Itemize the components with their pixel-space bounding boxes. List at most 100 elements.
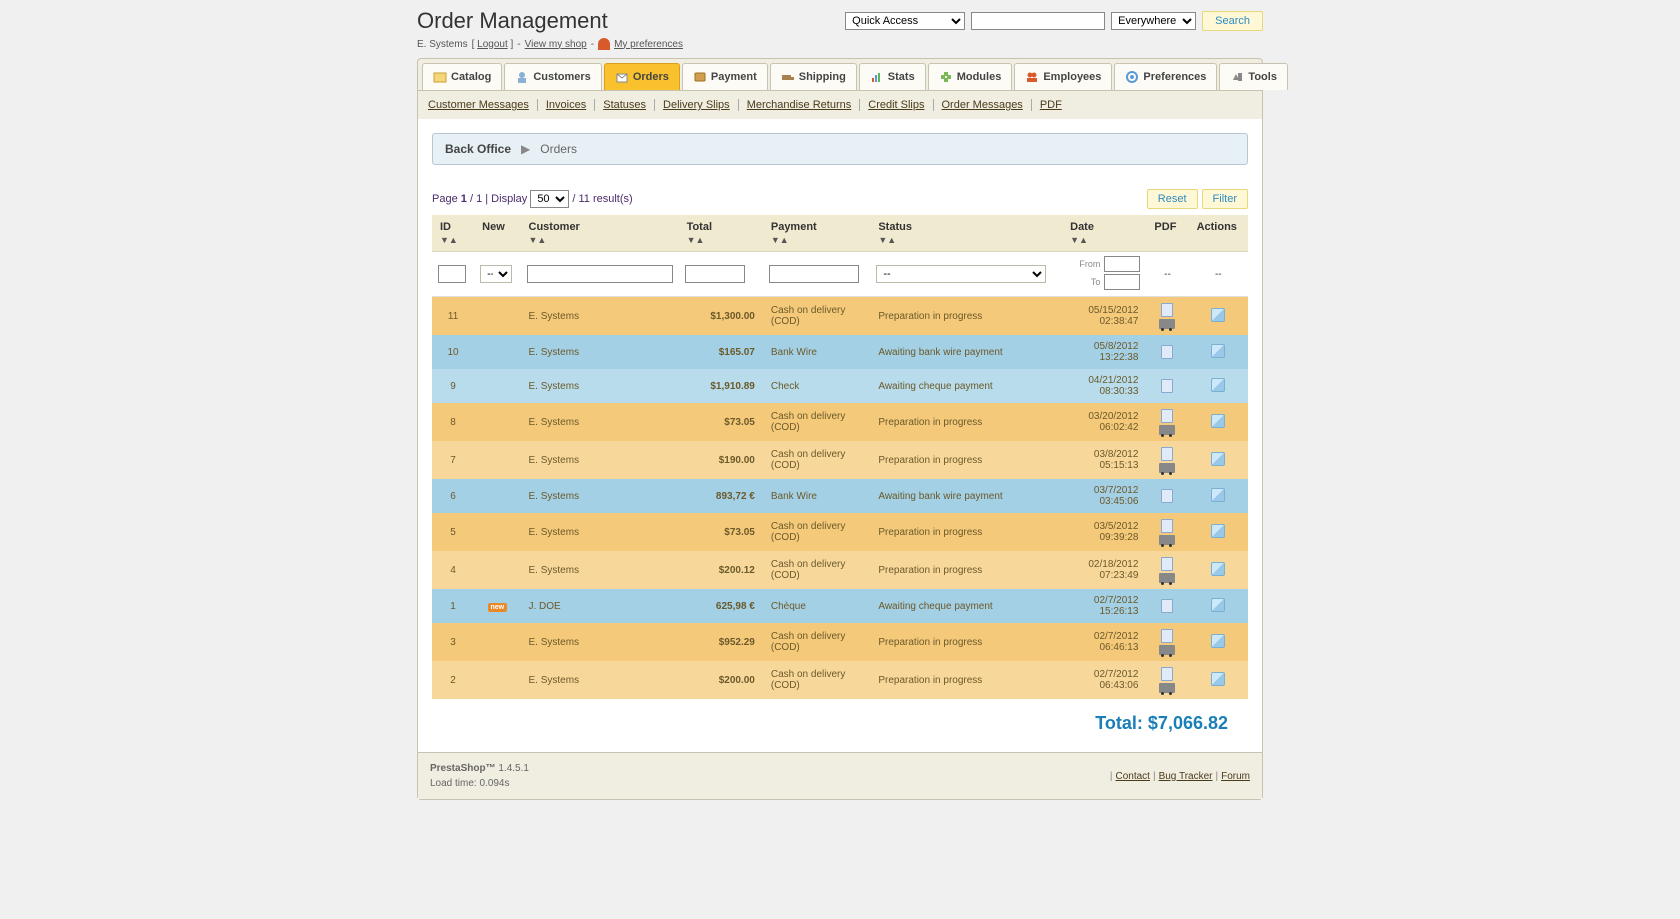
filter-button[interactable]: Filter: [1202, 189, 1248, 209]
tab-preferences[interactable]: Preferences: [1114, 63, 1217, 90]
tab-catalog[interactable]: Catalog: [422, 63, 502, 90]
invoice-icon[interactable]: [1161, 599, 1173, 613]
filter-id-input[interactable]: [438, 265, 466, 283]
logout-link[interactable]: Logout: [477, 39, 508, 50]
date-to-label: To: [1091, 277, 1101, 287]
table-row[interactable]: 11E. Systems$1,300.00Cash on delivery (C…: [432, 297, 1248, 336]
view-icon[interactable]: [1211, 414, 1225, 428]
sort-icon[interactable]: ▼▲: [1070, 235, 1138, 245]
table-row[interactable]: 4E. Systems$200.12Cash on delivery (COD)…: [432, 551, 1248, 589]
per-page-select[interactable]: 50: [530, 190, 569, 208]
tab-tools[interactable]: Tools: [1219, 63, 1288, 90]
table-row[interactable]: 1newJ. DOE625,98 €ChèqueAwaiting cheque …: [432, 589, 1248, 623]
subtab-pdf[interactable]: PDF: [1032, 99, 1070, 111]
footer-link-contact[interactable]: Contact: [1115, 771, 1149, 782]
sort-icon[interactable]: ▼▲: [440, 235, 466, 245]
sort-icon[interactable]: ▼▲: [687, 235, 755, 245]
tab-shipping[interactable]: Shipping: [770, 63, 857, 90]
view-icon[interactable]: [1211, 378, 1225, 392]
invoice-icon[interactable]: [1161, 345, 1173, 359]
invoice-icon[interactable]: [1161, 629, 1173, 643]
view-icon[interactable]: [1211, 308, 1225, 322]
view-icon[interactable]: [1211, 672, 1225, 686]
filter-new-select[interactable]: --: [480, 265, 512, 283]
col-pdf-header: PDF: [1154, 221, 1176, 233]
subtab-customer-messages[interactable]: Customer Messages: [428, 99, 538, 111]
subtab-delivery-slips[interactable]: Delivery Slips: [655, 99, 739, 111]
tab-stats[interactable]: Stats: [859, 63, 926, 90]
subtab-merchandise-returns[interactable]: Merchandise Returns: [739, 99, 861, 111]
view-icon[interactable]: [1211, 598, 1225, 612]
delivery-icon[interactable]: [1159, 573, 1175, 583]
view-icon[interactable]: [1211, 562, 1225, 576]
table-row[interactable]: 10E. Systems$165.07Bank WireAwaiting ban…: [432, 335, 1248, 369]
tab-employees[interactable]: Employees: [1014, 63, 1112, 90]
col-total-header[interactable]: Total: [687, 221, 712, 233]
subtab-credit-slips[interactable]: Credit Slips: [860, 99, 933, 111]
col-payment-header[interactable]: Payment: [771, 221, 817, 233]
new-badge: new: [488, 603, 508, 612]
invoice-icon[interactable]: [1161, 409, 1173, 423]
table-row[interactable]: 9E. Systems$1,910.89CheckAwaiting cheque…: [432, 369, 1248, 403]
view-shop-link[interactable]: View my shop: [525, 39, 587, 50]
filter-customer-input[interactable]: [527, 265, 673, 283]
sort-icon[interactable]: ▼▲: [771, 235, 862, 245]
invoice-icon[interactable]: [1161, 667, 1173, 681]
filter-date-from-input[interactable]: [1104, 256, 1140, 272]
col-customer-header[interactable]: Customer: [529, 221, 580, 233]
invoice-icon[interactable]: [1161, 489, 1173, 503]
table-row[interactable]: 5E. Systems$73.05Cash on delivery (COD)P…: [432, 513, 1248, 551]
filter-total-input[interactable]: [685, 265, 745, 283]
breadcrumb-root[interactable]: Back Office: [445, 142, 511, 156]
footer-loadtime: Load time: 0.094s: [430, 776, 529, 791]
chevron-right-icon: ▶: [521, 142, 530, 156]
invoice-icon[interactable]: [1161, 519, 1173, 533]
col-id-header[interactable]: ID: [440, 221, 451, 233]
col-status-header[interactable]: Status: [878, 221, 912, 233]
invoice-icon[interactable]: [1161, 303, 1173, 317]
col-new-header: New: [482, 221, 505, 233]
footer-link-forum[interactable]: Forum: [1221, 771, 1250, 782]
search-input[interactable]: [971, 12, 1105, 30]
tab-orders[interactable]: Orders: [604, 63, 680, 90]
table-row[interactable]: 2E. Systems$200.00Cash on delivery (COD)…: [432, 661, 1248, 699]
tab-modules[interactable]: Modules: [928, 63, 1013, 90]
filter-payment-input[interactable]: [769, 265, 859, 283]
view-icon[interactable]: [1211, 488, 1225, 502]
delivery-icon[interactable]: [1159, 535, 1175, 545]
subtab-order-messages[interactable]: Order Messages: [934, 99, 1032, 111]
subtab-statuses[interactable]: Statuses: [595, 99, 655, 111]
filter-pdf-placeholder: --: [1146, 252, 1188, 297]
view-icon[interactable]: [1211, 344, 1225, 358]
footer-link-bug-tracker[interactable]: Bug Tracker: [1159, 771, 1213, 782]
reset-button[interactable]: Reset: [1147, 189, 1198, 209]
delivery-icon[interactable]: [1159, 425, 1175, 435]
total-value: $7,066.82: [1148, 713, 1228, 733]
invoice-icon[interactable]: [1161, 379, 1173, 393]
subtab-invoices[interactable]: Invoices: [538, 99, 595, 111]
tab-payment[interactable]: Payment: [682, 63, 768, 90]
delivery-icon[interactable]: [1159, 463, 1175, 473]
filter-date-to-input[interactable]: [1104, 274, 1140, 290]
sort-icon[interactable]: ▼▲: [529, 235, 671, 245]
table-row[interactable]: 6E. Systems893,72 €Bank WireAwaiting ban…: [432, 479, 1248, 513]
view-icon[interactable]: [1211, 634, 1225, 648]
view-icon[interactable]: [1211, 452, 1225, 466]
invoice-icon[interactable]: [1161, 557, 1173, 571]
table-row[interactable]: 3E. Systems$952.29Cash on delivery (COD)…: [432, 623, 1248, 661]
table-row[interactable]: 8E. Systems$73.05Cash on delivery (COD)P…: [432, 403, 1248, 441]
delivery-icon[interactable]: [1159, 645, 1175, 655]
sort-icon[interactable]: ▼▲: [878, 235, 1054, 245]
filter-status-select[interactable]: --: [876, 265, 1046, 283]
quick-access-select[interactable]: Quick Access: [845, 12, 965, 30]
view-icon[interactable]: [1211, 524, 1225, 538]
search-button[interactable]: Search: [1202, 11, 1263, 31]
table-row[interactable]: 7E. Systems$190.00Cash on delivery (COD)…: [432, 441, 1248, 479]
tab-customers[interactable]: Customers: [504, 63, 601, 90]
my-preferences-link[interactable]: My preferences: [614, 39, 683, 50]
delivery-icon[interactable]: [1159, 319, 1175, 329]
search-scope-select[interactable]: Everywhere: [1111, 12, 1196, 30]
invoice-icon[interactable]: [1161, 447, 1173, 461]
col-date-header[interactable]: Date: [1070, 221, 1094, 233]
delivery-icon[interactable]: [1159, 683, 1175, 693]
